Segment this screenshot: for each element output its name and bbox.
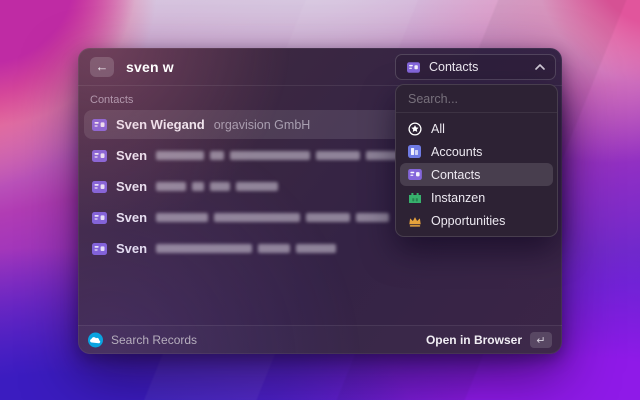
contact-record-icon	[92, 150, 107, 162]
record-name: Sven	[116, 241, 147, 256]
record-name: Sven	[116, 148, 147, 163]
scope-item-instanzen[interactable]: Instanzen	[400, 186, 553, 209]
contact-record-icon	[92, 119, 107, 131]
footer-bar: Search Records Open in Browser ↵	[78, 325, 562, 354]
list-item[interactable]: Sven	[84, 234, 556, 263]
scope-search[interactable]	[396, 85, 557, 113]
scope-list: All Accounts Contacts Instanzen Opportunitie…	[396, 113, 557, 236]
contacts-icon	[406, 62, 421, 73]
scope-search-input[interactable]	[406, 91, 547, 107]
opportunities-icon	[407, 215, 422, 227]
redacted-text	[156, 213, 389, 222]
contacts-icon	[407, 169, 422, 180]
contact-record-icon	[92, 243, 107, 255]
scope-dropdown-button[interactable]: Contacts	[395, 54, 556, 80]
redacted-text	[156, 244, 336, 253]
scope-item-label: Accounts	[431, 145, 482, 159]
scope-item-all[interactable]: All	[400, 117, 553, 140]
scope-item-label: Opportunities	[431, 214, 505, 228]
enter-key-icon: ↵	[530, 332, 552, 348]
record-name: Sven	[116, 179, 147, 194]
scope-item-label: Instanzen	[431, 191, 485, 205]
contact-record-icon	[92, 181, 107, 193]
scope-dropdown-label: Contacts	[429, 60, 527, 74]
scope-item-label: All	[431, 122, 445, 136]
record-name: Sven	[116, 210, 147, 225]
back-button[interactable]: ←	[90, 57, 114, 77]
record-name: Sven Wiegand	[116, 117, 205, 132]
salesforce-cloud-icon	[88, 332, 103, 348]
search-bar: ← sven w Contacts	[78, 48, 562, 86]
scope-item-opportunities[interactable]: Opportunities	[400, 209, 553, 232]
contact-record-icon	[92, 212, 107, 224]
arrow-left-icon: ←	[96, 60, 109, 73]
app-name: Search Records	[111, 333, 197, 347]
redacted-text	[156, 182, 278, 191]
record-company: orgavision GmbH	[214, 118, 311, 132]
scope-item-contacts[interactable]: Contacts	[400, 163, 553, 186]
accounts-icon	[407, 145, 422, 158]
scope-dropdown-panel: All Accounts Contacts Instanzen Opportunitie…	[395, 84, 558, 237]
redacted-text	[156, 151, 401, 160]
instanzen-icon	[407, 191, 422, 204]
scope-item-label: Contacts	[431, 168, 480, 182]
scope-item-accounts[interactable]: Accounts	[400, 140, 553, 163]
all-icon	[407, 122, 422, 136]
search-overlay-window: ← sven w Contacts Contacts Sven Wiegand o…	[78, 48, 562, 354]
open-in-browser-action[interactable]: Open in Browser	[426, 333, 522, 347]
search-query[interactable]: sven w	[126, 59, 174, 75]
chevron-up-icon	[535, 64, 545, 70]
